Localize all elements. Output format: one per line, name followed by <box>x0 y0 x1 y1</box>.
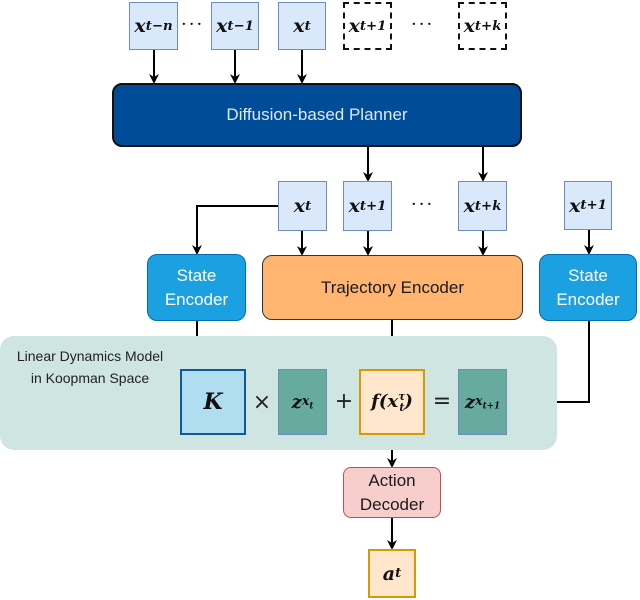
latent-z-x-t: z xt <box>278 369 327 435</box>
state-encoder-left-line1: State <box>176 265 217 285</box>
action-a-t: at <box>368 549 416 598</box>
next-state-x-t-plus-1: x t+1 <box>564 181 612 230</box>
planned-state-x-t-plus-k: x t+k <box>458 181 507 231</box>
koopman-title-line2: in Koopman Space <box>30 370 150 386</box>
plus-sign: + <box>334 388 354 414</box>
ellipsis-top-right: ··· <box>411 14 435 35</box>
latent-z-x-t-plus-1: z xt+1 <box>458 369 507 435</box>
diffusion-planner-block: Diffusion-based Planner <box>112 83 522 147</box>
state-encoder-left-line2: Encoder <box>164 289 229 309</box>
koopman-title-line1: Linear Dynamics Model <box>16 348 164 364</box>
koopman-region-title: Linear Dynamics Model in Koopman Space <box>2 345 178 389</box>
ellipsis-top-left: ··· <box>181 14 205 35</box>
multiply-sign: × <box>252 389 272 415</box>
koopman-operator-K: K <box>180 369 246 435</box>
state-encoder-left: State Encoder <box>147 254 246 321</box>
input-state-x-t: xt <box>278 2 326 50</box>
state-encoder-right-line2: Encoder <box>556 289 620 309</box>
planned-state-x-t: xt <box>278 181 327 231</box>
equals-sign: = <box>432 388 452 414</box>
trajectory-feature-f: f(xτt) <box>359 369 425 435</box>
diffusion-planner-label: Diffusion-based Planner <box>226 105 408 124</box>
action-decoder-line2: Decoder <box>359 494 425 514</box>
state-encoder-right: State Encoder <box>539 254 637 321</box>
action-decoder-line1: Action <box>368 470 416 490</box>
future-state-x-t-plus-1: x t+1 <box>343 2 392 50</box>
trajectory-encoder: Trajectory Encoder <box>262 255 523 320</box>
action-decoder: Action Decoder <box>343 467 441 518</box>
trajectory-encoder-label: Trajectory Encoder <box>321 277 464 297</box>
arrow-xt-to-state-encoder <box>192 205 278 255</box>
state-encoder-right-line1: State <box>568 265 608 285</box>
input-state-x-t-minus-1: x t−1 <box>211 2 259 50</box>
planned-state-x-t-plus-1: x t+1 <box>343 181 392 231</box>
future-state-x-t-plus-k: x t+k <box>458 2 507 50</box>
ellipsis-planned: ··· <box>411 194 435 215</box>
input-state-x-t-minus-n: x t−n <box>129 2 178 50</box>
